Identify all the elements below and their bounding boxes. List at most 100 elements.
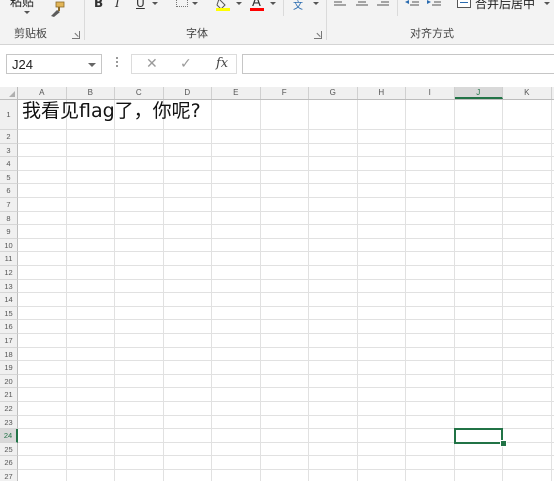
cell-a1[interactable]: 我看见flag了，你呢? [22, 100, 201, 122]
group-divider [283, 0, 284, 16]
fill-handle[interactable] [500, 439, 507, 447]
fill-color-dropdown-arrow[interactable] [236, 2, 242, 5]
row-header-15[interactable]: 15 [0, 306, 18, 321]
merge-center-icon[interactable] [457, 0, 471, 8]
row-header-21[interactable]: 21 [0, 388, 18, 402]
row-header-24[interactable]: 24 [0, 429, 18, 443]
column-gridline [405, 100, 406, 481]
column-header-i[interactable]: I [406, 87, 455, 99]
align-center-icon[interactable] [356, 0, 368, 8]
align-right-icon[interactable] [377, 0, 389, 8]
row-header-10[interactable]: 10 [0, 238, 18, 253]
column-header-row: ABCDEFGHIJK [0, 87, 554, 100]
bold-button[interactable]: B [94, 0, 103, 9]
row-header-5[interactable]: 5 [0, 170, 18, 185]
clipboard-dialog-launcher[interactable] [72, 31, 80, 39]
row-header-6[interactable]: 6 [0, 184, 18, 198]
column-header-c[interactable]: C [115, 87, 164, 99]
row-header-7[interactable]: 7 [0, 198, 18, 212]
wrap-text-button[interactable]: 文 [293, 1, 303, 13]
row-header-9[interactable]: 9 [0, 225, 18, 239]
row-gridline [18, 469, 554, 470]
column-gridline [356, 100, 358, 481]
column-gridline [162, 100, 164, 481]
formula-input[interactable] [242, 54, 554, 74]
active-cell-j24[interactable] [453, 428, 503, 444]
row-header-25[interactable]: 25 [0, 442, 18, 457]
row-gridline [18, 197, 554, 198]
row-header-3[interactable]: 3 [0, 143, 18, 158]
column-header-h[interactable]: H [358, 87, 406, 99]
row-gridline [18, 373, 554, 375]
borders-dropdown-arrow[interactable] [192, 2, 198, 5]
column-header-k[interactable]: K [503, 87, 552, 99]
row-gridline [18, 265, 554, 266]
align-left-icon[interactable] [334, 0, 346, 8]
merge-center-button[interactable]: 合并后居中 [475, 0, 535, 12]
paste-dropdown-arrow[interactable] [24, 11, 30, 14]
row-header-16[interactable]: 16 [0, 320, 18, 334]
row-header-4[interactable]: 4 [0, 157, 18, 171]
enter-icon[interactable]: ✓ [180, 56, 192, 72]
cells-area[interactable] [18, 100, 554, 481]
alignment-group-label: 对齐方式 [410, 27, 454, 40]
row-header-27[interactable]: 27 [0, 470, 18, 481]
row-header-19[interactable]: 19 [0, 361, 18, 375]
row-header-11[interactable]: 11 [0, 252, 18, 266]
column-gridline [308, 100, 309, 481]
formula-bar: J24 ✕ ✓ fx [0, 45, 554, 87]
column-header-d[interactable]: D [164, 87, 212, 99]
column-header-a[interactable]: A [18, 87, 67, 99]
row-gridline [18, 414, 554, 416]
column-header-g[interactable]: G [309, 87, 358, 99]
name-box[interactable]: J24 [6, 54, 102, 74]
font-dialog-launcher[interactable] [314, 31, 322, 39]
select-all-button[interactable] [0, 87, 18, 99]
row-header-13[interactable]: 13 [0, 279, 18, 294]
cancel-icon[interactable]: ✕ [146, 56, 158, 72]
column-header-j[interactable]: J [454, 87, 503, 99]
font-color-dropdown-arrow[interactable] [270, 2, 276, 5]
row-header-1[interactable]: 1 [0, 100, 18, 130]
row-header-2[interactable]: 2 [0, 130, 18, 144]
row-header-8[interactable]: 8 [0, 211, 18, 226]
row-gridline [18, 305, 554, 307]
insert-function-button[interactable]: fx [216, 56, 228, 71]
column-header-e[interactable]: E [212, 87, 261, 99]
row-header-26[interactable]: 26 [0, 456, 18, 470]
row-header-18[interactable]: 18 [0, 347, 18, 362]
row-header-20[interactable]: 20 [0, 374, 18, 389]
italic-button[interactable]: I [115, 0, 120, 9]
row-header-22[interactable]: 22 [0, 402, 18, 416]
font-color-swatch [250, 8, 264, 11]
row-gridline [18, 237, 554, 239]
formula-buttons: ✕ ✓ fx [131, 54, 237, 74]
row-gridline [18, 210, 554, 212]
increase-indent-icon[interactable] [427, 0, 441, 8]
group-divider [326, 0, 327, 40]
name-box-dropdown-arrow[interactable] [88, 63, 96, 67]
row-header-14[interactable]: 14 [0, 293, 18, 307]
row-gridline [18, 278, 554, 280]
merge-dropdown-arrow[interactable] [544, 2, 550, 5]
row-gridline [18, 360, 554, 362]
underline-dropdown-arrow[interactable] [152, 2, 158, 5]
underline-button[interactable]: U [136, 0, 145, 9]
format-painter-icon[interactable] [48, 1, 66, 17]
row-header-12[interactable]: 12 [0, 266, 18, 280]
worksheet-grid: ABCDEFGHIJK 1 2 3 4 5 6 7 8 9 10 11 12 13 14 15 16 17 18 1… [0, 87, 554, 481]
formula-bar-grip[interactable] [116, 57, 120, 67]
row-gridline [18, 169, 554, 171]
row-header-23[interactable]: 23 [0, 415, 18, 430]
row-header-17[interactable]: 17 [0, 334, 18, 348]
paste-button[interactable]: 粘贴 [10, 0, 34, 10]
row-gridline [18, 319, 554, 321]
row-gridline [18, 142, 554, 144]
column-header-b[interactable]: B [67, 87, 115, 99]
column-gridline [259, 100, 261, 481]
column-header-f[interactable]: F [261, 87, 309, 99]
decrease-indent-icon[interactable] [405, 0, 419, 8]
orientation-dropdown-arrow[interactable] [313, 2, 319, 5]
row-gridline [18, 251, 554, 253]
borders-icon[interactable] [176, 0, 188, 7]
